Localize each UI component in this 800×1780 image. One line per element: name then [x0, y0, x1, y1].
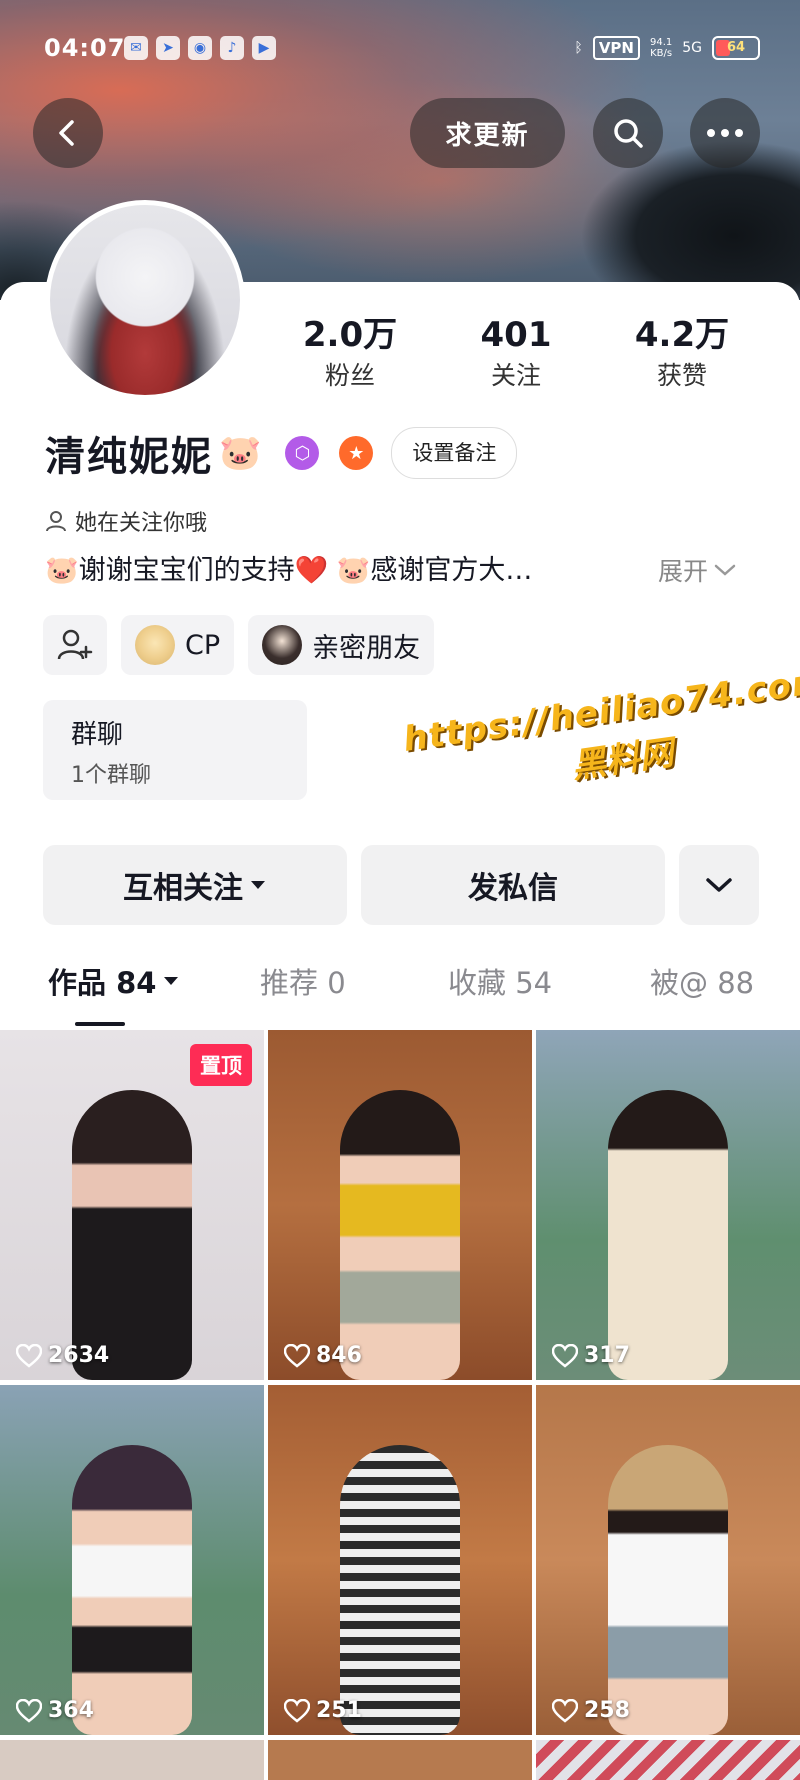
tiktok-icon: ♪: [220, 36, 244, 60]
group-chat-count: 1个群聊: [71, 763, 151, 788]
heart-icon: [16, 1343, 42, 1368]
chevron-down-icon: [714, 564, 736, 576]
username: 清纯妮妮: [45, 434, 213, 480]
video-thumbnail[interactable]: [0, 1740, 264, 1780]
status-right: ᛒ VPN 94.1 KB/s 5G 64: [574, 36, 760, 60]
expand-bio-button[interactable]: 展开: [658, 552, 736, 588]
friend-avatar: [262, 625, 303, 665]
heart-icon: [16, 1698, 42, 1723]
caret-down-icon: [251, 881, 265, 889]
stat-followers[interactable]: 2.0万 粉丝: [280, 315, 420, 393]
like-count: 364: [16, 1698, 94, 1723]
video-thumbnail[interactable]: [268, 1740, 532, 1780]
close-friend-tag[interactable]: 亲密朋友: [248, 615, 435, 675]
bio-text: 🐷谢谢宝宝们的支持❤️ 🐷感谢官方大…: [45, 555, 533, 586]
send-message-button[interactable]: 发私信: [361, 845, 665, 925]
like-count: 251: [284, 1698, 362, 1723]
status-time: 04:07: [44, 34, 126, 62]
add-user-icon: [57, 629, 93, 660]
battery-level: 64: [726, 40, 746, 55]
search-button[interactable]: [593, 98, 663, 168]
like-count: 258: [552, 1698, 630, 1723]
network-speed: 94.1 KB/s: [649, 37, 673, 59]
network-type: 5G: [682, 40, 702, 56]
tab-mentions[interactable]: 被@ 88: [650, 960, 754, 1002]
follows-you: 她在关注你哦: [45, 505, 207, 537]
battery-icon: 64: [712, 36, 760, 60]
group-chat-title: 群聊: [71, 720, 124, 750]
name-row: 清纯妮妮 🐷 ⬡ ★ 设置备注: [45, 425, 518, 481]
more-button[interactable]: [690, 98, 760, 168]
content-tabs: 作品 84 推荐 0 收藏 54 被@ 88: [0, 960, 800, 1020]
relation-tags: CP 亲密朋友: [43, 615, 435, 675]
like-count: 317: [552, 1343, 630, 1368]
video-thumbnail[interactable]: [536, 1740, 800, 1780]
active-tab-indicator: [75, 1022, 125, 1026]
nfc-icon: ◉: [188, 36, 212, 60]
video-thumbnail[interactable]: 364: [0, 1385, 264, 1735]
tab-works[interactable]: 作品 84: [48, 960, 180, 1002]
video-thumbnail[interactable]: 846: [268, 1030, 532, 1380]
heart-icon: [552, 1343, 578, 1368]
chevron-left-icon: [59, 120, 74, 146]
star-badge-icon[interactable]: ★: [339, 436, 374, 470]
stat-likes[interactable]: 4.2万 获赞: [612, 315, 752, 393]
status-bar: 04:07 ✉ ➤ ◉ ♪ ▶ ᛒ VPN 94.1 KB/s 5G 64: [0, 30, 800, 70]
pig-emoji: 🐷: [219, 433, 262, 473]
video-thumbnail[interactable]: 置顶 2634: [0, 1030, 264, 1380]
telegram-icon: ➤: [156, 36, 180, 60]
avatar[interactable]: [45, 200, 245, 400]
back-button[interactable]: [33, 98, 103, 168]
pinned-badge: 置顶: [190, 1044, 252, 1086]
tab-favorites[interactable]: 收藏 54: [448, 960, 552, 1002]
level-badge-icon[interactable]: ⬡: [285, 436, 320, 470]
mail-icon: ✉: [124, 36, 148, 60]
heart-icon: [284, 1343, 310, 1368]
more-actions-button[interactable]: [679, 845, 759, 925]
notification-icons: ✉ ➤ ◉ ♪ ▶: [124, 36, 276, 60]
set-note-button[interactable]: 设置备注: [391, 427, 518, 479]
like-count: 2634: [16, 1343, 109, 1368]
video-thumbnail[interactable]: 251: [268, 1385, 532, 1735]
video-thumbnail[interactable]: 317: [536, 1030, 800, 1380]
like-count: 846: [284, 1343, 362, 1368]
play-icon: ▶: [252, 36, 276, 60]
cp-tag[interactable]: CP: [121, 615, 235, 675]
group-chat-card[interactable]: 群聊 1个群聊: [43, 700, 307, 800]
tab-recommend[interactable]: 推荐 0: [260, 960, 346, 1002]
caret-down-icon: [164, 977, 179, 985]
person-icon: [46, 511, 66, 532]
stat-following[interactable]: 401 关注: [446, 315, 586, 393]
vpn-badge: VPN: [592, 36, 640, 60]
chevron-down-icon: [706, 878, 732, 892]
heart-icon: [284, 1698, 310, 1723]
bluetooth-icon: ᛒ: [574, 40, 583, 56]
search-icon: [614, 119, 643, 148]
add-friend-button[interactable]: [43, 615, 107, 675]
cp-avatar: [135, 625, 175, 665]
request-update-button[interactable]: 求更新: [410, 98, 565, 168]
heart-icon: [552, 1698, 578, 1723]
more-dots-icon: [707, 129, 743, 137]
mutual-follow-button[interactable]: 互相关注: [43, 845, 347, 925]
video-thumbnail[interactable]: 258: [536, 1385, 800, 1735]
